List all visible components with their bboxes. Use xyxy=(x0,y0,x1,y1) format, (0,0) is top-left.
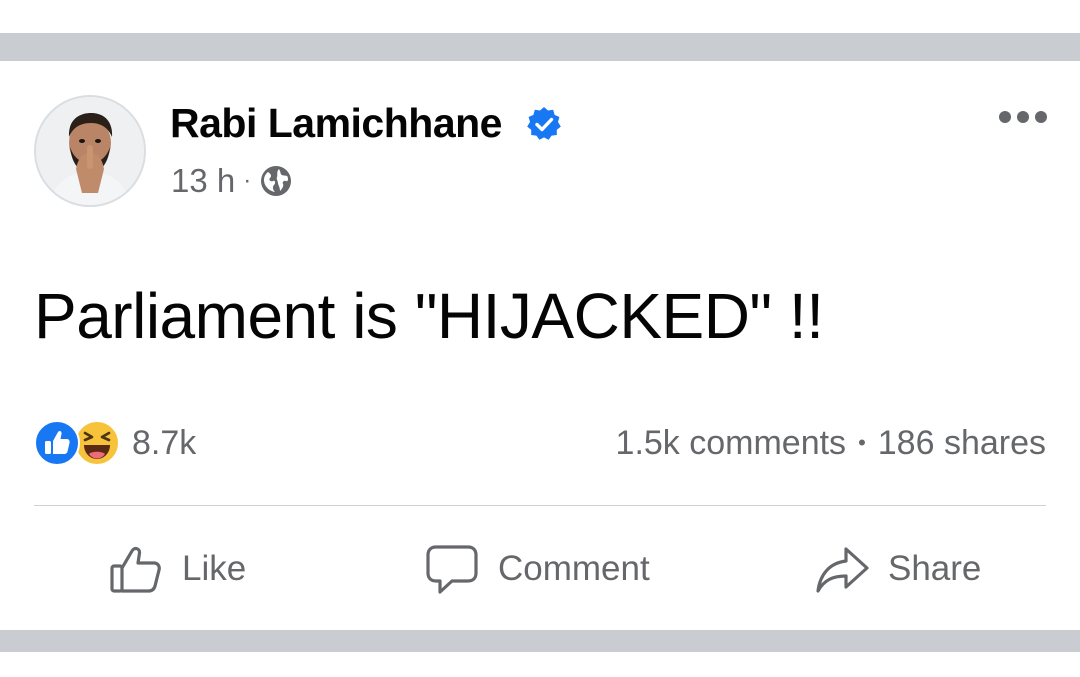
reactions-summary[interactable]: 8.7k xyxy=(34,419,196,467)
shares-count[interactable]: 186 shares xyxy=(878,424,1046,463)
like-reaction-icon xyxy=(34,420,80,466)
verified-badge-icon xyxy=(527,107,561,140)
share-arrow-icon xyxy=(816,547,869,593)
author-name[interactable]: Rabi Lamichhane xyxy=(170,99,502,147)
meta-separator: · xyxy=(243,167,252,194)
comment-button-label: Comment xyxy=(498,549,650,588)
haha-reaction-icon xyxy=(74,420,120,466)
thumbs-up-icon xyxy=(110,546,161,593)
post-meta: 13 h · xyxy=(171,161,293,201)
comment-button[interactable]: Comment xyxy=(424,538,650,600)
post-timestamp[interactable]: 13 h xyxy=(171,162,235,200)
avatar[interactable] xyxy=(34,95,146,207)
feed-divider-bottom xyxy=(0,630,1080,652)
like-button-label: Like xyxy=(182,549,247,588)
post-text: Parliament is "HIJACKED" !! xyxy=(34,280,824,352)
reaction-count: 8.7k xyxy=(132,423,197,462)
like-button[interactable]: Like xyxy=(108,538,246,600)
comments-count[interactable]: 1.5k comments xyxy=(616,424,847,463)
actions-divider xyxy=(34,505,1046,506)
comment-bubble-icon xyxy=(426,545,478,594)
engagement-stats: 1.5k comments • 186 shares xyxy=(616,419,1046,467)
globe-icon[interactable] xyxy=(259,164,293,198)
feed-divider-top xyxy=(0,33,1080,61)
share-button-label: Share xyxy=(888,549,982,588)
person-avatar-icon xyxy=(36,97,144,205)
stats-separator: • xyxy=(858,430,866,455)
share-button[interactable]: Share xyxy=(814,538,981,600)
more-options-icon[interactable] xyxy=(998,106,1048,128)
